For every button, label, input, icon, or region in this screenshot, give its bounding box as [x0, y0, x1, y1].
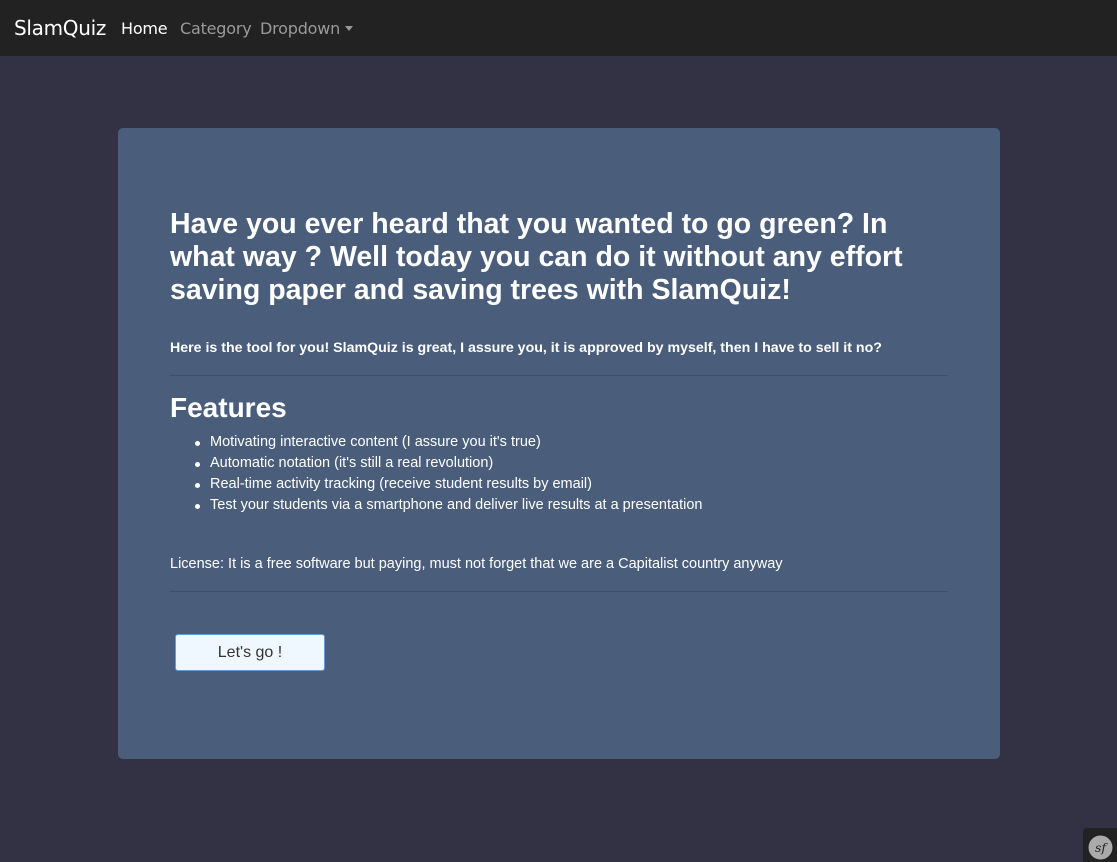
divider [170, 375, 948, 376]
feature-item: Test your students via a smartphone and … [194, 495, 702, 516]
nav-dropdown-toggle[interactable]: Dropdown [260, 19, 354, 39]
features-title: Features [170, 392, 287, 423]
nav-dropdown-label: Dropdown [260, 19, 341, 38]
lets-go-button[interactable]: Let's go ! [175, 634, 325, 671]
hero-lead: Here is the tool for you! SlamQuiz is gr… [170, 340, 882, 356]
brand-link[interactable]: SlamQuiz [14, 16, 106, 40]
hero-headline: Have you ever heard that you wanted to g… [170, 208, 903, 306]
symfony-debug-toolbar-toggle[interactable]: sf [1083, 828, 1117, 862]
feature-item: Real-time activity tracking (receive stu… [194, 474, 702, 495]
feature-item: Automatic notation (it's still a real re… [194, 453, 702, 474]
symfony-icon: sf [1088, 835, 1113, 860]
top-navbar: SlamQuiz Home Category Dropdown [0, 0, 1117, 56]
hero-jumbotron: Have you ever heard that you wanted to g… [118, 128, 1000, 759]
license-text: License: It is a free software but payin… [170, 556, 783, 572]
caret-down-icon [345, 26, 354, 31]
features-list: Motivating interactive content (I assure… [170, 432, 702, 516]
divider [170, 591, 948, 592]
nav-link-category[interactable]: Category [180, 19, 252, 39]
nav-link-home[interactable]: Home [121, 19, 168, 39]
feature-item: Motivating interactive content (I assure… [194, 432, 702, 453]
